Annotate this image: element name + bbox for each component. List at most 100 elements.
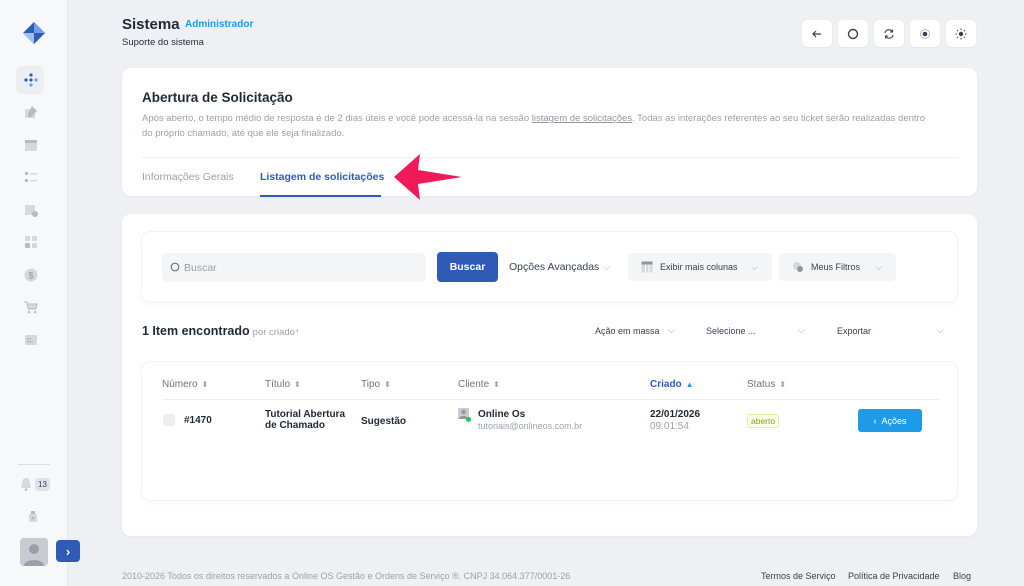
edit-icon[interactable] (22, 103, 40, 121)
sort-label: por criado (252, 327, 295, 338)
privacy-link[interactable]: Política de Privacidade (848, 571, 940, 581)
pointer-arrow-icon (394, 154, 462, 200)
calendar-icon[interactable] (22, 136, 40, 154)
divider (142, 157, 957, 158)
blog-link[interactable]: Blog (953, 571, 971, 581)
bell-icon[interactable] (18, 476, 34, 492)
created-date: 22/01/2026 (650, 409, 701, 420)
footer-copyright: 2010-2026 Todos os direitos reservados a… (122, 571, 571, 581)
schedule-icon[interactable] (22, 201, 40, 219)
tab-requests-list[interactable]: Listagem de solicitações (260, 171, 384, 183)
sort-up-icon: ▲ (685, 380, 694, 389)
request-title[interactable]: Tutorial Abertura de Chamado (265, 409, 355, 431)
sort-icon: ⬍ (384, 380, 391, 389)
column-label: Criado (650, 379, 682, 390)
active-tab-underline (260, 195, 381, 197)
settings-icon[interactable] (25, 509, 41, 525)
refresh-button[interactable] (874, 20, 904, 47)
sort-arrow-icon: ↑ (294, 327, 300, 338)
advanced-options-dropdown[interactable]: Opções Avançadas ⌵ (509, 261, 610, 273)
cart-icon[interactable] (22, 298, 40, 316)
search-field[interactable] (162, 253, 426, 282)
column-label: Tipo (361, 379, 381, 390)
column-header-status[interactable]: Status ⬍ (747, 379, 786, 390)
search-button[interactable]: Buscar (437, 252, 498, 282)
filter-icon (793, 262, 803, 272)
sidebar-divider (18, 464, 50, 465)
sort-icon: ⬍ (294, 380, 301, 389)
created-time: 09:01:54 (650, 421, 689, 432)
actions-button[interactable]: ‹ Ações (858, 409, 922, 432)
sort-icon: ⬍ (493, 380, 500, 389)
chevron-down-icon: ⌵ (875, 262, 882, 272)
results-count: 1 Item encontrado por criado↑ (142, 324, 300, 338)
status-badge: aberto (747, 414, 780, 428)
my-filters-dropdown[interactable]: Meus Filtros ⌵ (779, 253, 896, 281)
chevron-down-icon: ⌵ (603, 262, 611, 272)
my-filters-label: Meus Filtros (811, 262, 861, 272)
checklist-icon[interactable] (22, 168, 40, 186)
tab-general-info[interactable]: Informações Gerais (142, 171, 234, 183)
page-subtitle: Suporte do sistema (122, 37, 204, 48)
export-dropdown[interactable]: Exportar (837, 326, 871, 336)
circle-icon (847, 28, 859, 39)
mass-action-dropdown[interactable]: Ação em massa (595, 326, 660, 336)
chevron-down-icon: ⌵ (937, 325, 944, 335)
chevron-down-icon: ⌵ (798, 325, 805, 335)
target-icon (920, 28, 930, 39)
search-icon (170, 262, 180, 272)
columns-icon (641, 261, 653, 273)
show-more-columns-dropdown[interactable]: Exibir mais colunas ⌵ (628, 253, 772, 281)
id-card-icon[interactable] (22, 331, 40, 349)
column-header-number[interactable]: Número ⬍ (162, 379, 208, 390)
request-type: Sugestão (361, 416, 407, 427)
logo-icon[interactable] (22, 21, 46, 45)
card-description: Após aberto, o tempo médio de resposta é… (142, 112, 932, 141)
results-count-text: 1 Item encontrado (142, 324, 250, 338)
search-input[interactable] (184, 253, 424, 282)
advanced-options-label: Opções Avançadas (509, 261, 600, 273)
requests-list-link[interactable]: listagem de solicitações (532, 113, 632, 124)
request-info-card: Abertura de Solicitação Após aberto, o t… (122, 68, 977, 197)
column-label: Título (265, 379, 291, 390)
page-title: Sistema (122, 16, 180, 33)
select-dropdown[interactable]: Selecione ... (706, 326, 756, 336)
target-button[interactable] (910, 20, 940, 47)
back-arrow-icon (812, 30, 821, 37)
column-label: Cliente (458, 379, 490, 390)
requests-table: Número ⬍ Título ⬍ Tipo ⬍ Cliente ⬍ Criado ▲ S… (142, 362, 957, 500)
back-button[interactable] (802, 20, 832, 47)
column-label: Status (747, 379, 776, 390)
search-panel: Buscar Opções Avançadas⌵ Exibir mais col… (142, 232, 957, 302)
row-checkbox[interactable] (163, 414, 175, 426)
chevron-down-icon: ⌵ (751, 262, 758, 272)
svg-text:$: $ (28, 271, 33, 281)
actions-label: Ações (881, 415, 907, 426)
modules-icon[interactable] (22, 233, 40, 251)
chevron-left-icon: ‹ (873, 415, 877, 426)
expand-sidebar-button[interactable]: › (56, 540, 80, 562)
column-header-title[interactable]: Título ⬍ (265, 379, 301, 390)
client-email: tutoriais@onlineos.com.br (478, 421, 583, 431)
sort-icon: ⬍ (779, 380, 787, 389)
column-header-type[interactable]: Tipo ⬍ (361, 379, 391, 390)
circle-button[interactable] (838, 20, 868, 47)
sort-by-created-link[interactable]: por criado↑ (253, 327, 300, 338)
online-status-dot (466, 417, 471, 422)
terms-link[interactable]: Termos de Serviço (761, 571, 836, 581)
description-text: Após aberto, o tempo médio de resposta é… (142, 113, 532, 124)
column-header-client[interactable]: Cliente ⬍ (458, 379, 500, 390)
client-name: Online Os (478, 409, 526, 420)
column-label: Número (162, 379, 198, 390)
sort-icon: ⬍ (201, 380, 209, 389)
theme-button[interactable] (946, 20, 976, 47)
header-divider (162, 399, 939, 400)
role-label: Administrador (185, 19, 254, 30)
card-title: Abertura de Solicitação (142, 90, 293, 105)
column-header-created[interactable]: Criado ▲ (650, 379, 694, 390)
dollar-icon[interactable]: $ (22, 266, 40, 284)
sun-icon (955, 28, 967, 39)
request-number[interactable]: #1470 (184, 415, 212, 426)
dashboard-icon[interactable] (22, 71, 40, 89)
user-avatar[interactable] (20, 538, 48, 566)
